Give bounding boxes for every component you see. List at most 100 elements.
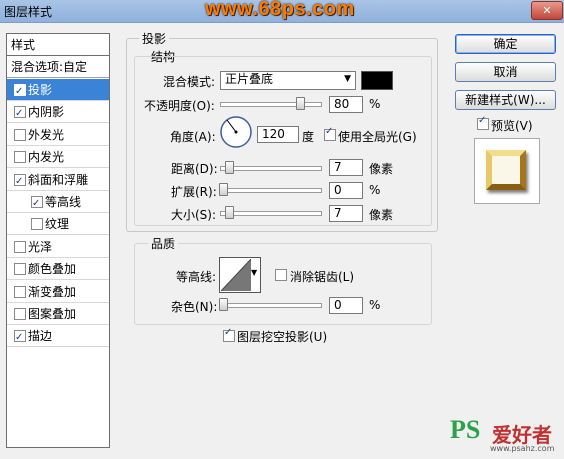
style-item-checkbox[interactable]: [14, 128, 26, 141]
footer-watermark: PS 爱好者 www.psahz.com: [450, 415, 562, 457]
size-slider-track[interactable]: [220, 211, 322, 216]
spread-field[interactable]: 0: [329, 182, 363, 199]
knockout-label: 图层挖空投影(U): [237, 330, 328, 344]
style-item-label: 投影: [28, 83, 53, 97]
size-label: 大小(S):: [171, 208, 217, 222]
distance-slider-track[interactable]: [220, 166, 322, 171]
noise-field[interactable]: 0: [329, 297, 363, 314]
style-item-checkbox[interactable]: [14, 263, 26, 276]
style-item-label: 渐变叠加: [28, 284, 77, 299]
styles-header: 样式: [7, 34, 109, 56]
opacity-field[interactable]: 80: [329, 96, 363, 113]
size-slider-thumb[interactable]: [225, 206, 234, 219]
style-item[interactable]: 内发光: [7, 146, 109, 169]
close-button[interactable]: ✕: [531, 1, 563, 20]
style-item-label: 颜色叠加: [28, 262, 77, 277]
blend-mode-value: 正片叠底: [225, 72, 274, 86]
preview-frame: [486, 150, 526, 190]
style-item-label: 光泽: [28, 239, 53, 254]
spread-slider-track[interactable]: [220, 188, 322, 193]
style-item-checkbox[interactable]: [31, 218, 43, 231]
style-item[interactable]: 纹理: [7, 213, 109, 236]
quality-title: 品质: [148, 235, 179, 252]
preview-label: 预览(V): [491, 119, 533, 133]
blend-mode-select[interactable]: 正片叠底 ▼: [220, 71, 356, 90]
close-icon: ✕: [542, 4, 552, 17]
global-light-checkbox[interactable]: [324, 126, 336, 141]
noise-unit: %: [369, 298, 381, 312]
style-item-checkbox[interactable]: [14, 103, 26, 125]
style-item-checkbox[interactable]: [14, 327, 26, 349]
chevron-down-icon: ▼: [251, 268, 258, 277]
watermark-url: www.psahz.com: [490, 444, 555, 453]
style-item-checkbox[interactable]: [14, 81, 26, 103]
spread-slider-thumb[interactable]: [219, 183, 228, 196]
style-item-label: 图案叠加: [28, 307, 77, 321]
style-item-checkbox[interactable]: [14, 240, 26, 253]
watermark-logo: PS: [450, 415, 481, 444]
opacity-label: 不透明度(O):: [144, 99, 215, 113]
style-item-label: 描边: [28, 329, 53, 344]
style-item[interactable]: 投影: [7, 79, 109, 103]
style-item-label: 斜面和浮雕: [28, 172, 89, 187]
noise-slider-track[interactable]: [220, 303, 322, 308]
style-preview: [474, 138, 540, 204]
chevron-down-icon: ▼: [344, 74, 351, 84]
distance-field[interactable]: 7: [329, 159, 363, 176]
distance-unit: 像素: [369, 162, 394, 176]
opacity-unit: %: [369, 97, 381, 111]
style-item[interactable]: 颜色叠加: [7, 258, 109, 281]
distance-slider-thumb[interactable]: [225, 161, 234, 174]
style-item[interactable]: 图案叠加: [7, 303, 109, 325]
contour-curve-icon: [221, 259, 251, 291]
preview-checkbox[interactable]: [477, 115, 489, 130]
style-item[interactable]: 光泽: [7, 236, 109, 258]
opacity-slider-thumb[interactable]: [296, 97, 305, 110]
spread-label: 扩展(R):: [171, 185, 217, 199]
ok-button[interactable]: 确定: [455, 34, 556, 54]
title-bar: 图层样式 www.68ps.com ✕: [0, 0, 564, 23]
style-item-checkbox[interactable]: [14, 171, 26, 193]
spread-unit: %: [369, 183, 381, 197]
distance-label: 距离(D):: [171, 162, 218, 176]
antialias-label: 消除锯齿(L): [290, 270, 355, 284]
style-item[interactable]: 渐变叠加: [7, 281, 109, 303]
window-title: 图层样式: [4, 5, 53, 19]
antialias-checkbox[interactable]: [275, 269, 287, 281]
opacity-slider-track[interactable]: [220, 102, 322, 107]
style-item[interactable]: 外发光: [7, 124, 109, 146]
style-item[interactable]: 描边: [7, 325, 109, 349]
size-unit: 像素: [369, 208, 394, 222]
angle-label: 角度(A):: [170, 130, 216, 144]
style-item-label: 内发光: [28, 150, 65, 165]
style-item-checkbox[interactable]: [14, 151, 26, 164]
noise-label: 杂色(N):: [171, 300, 218, 314]
cancel-button[interactable]: 取消: [455, 62, 556, 82]
style-item-label: 等高线: [45, 195, 82, 209]
style-item-checkbox[interactable]: [14, 308, 26, 320]
shadow-color-swatch[interactable]: [361, 71, 393, 90]
new-style-button[interactable]: 新建样式(W)...: [455, 90, 556, 110]
angle-unit: 度: [302, 130, 315, 144]
styles-panel: 样式 混合选项:自定 投影内阴影外发光内发光斜面和浮雕等高线纹理光泽颜色叠加渐变…: [6, 33, 110, 448]
style-item-checkbox[interactable]: [14, 285, 26, 298]
contour-picker[interactable]: ▼: [219, 257, 261, 293]
style-item[interactable]: 等高线: [7, 191, 109, 215]
style-item-checkbox[interactable]: [31, 193, 43, 215]
angle-field[interactable]: 120: [257, 126, 299, 143]
angle-dial[interactable]: [219, 115, 253, 149]
contour-label: 等高线:: [176, 270, 217, 284]
blend-options-item[interactable]: 混合选项:自定: [7, 57, 109, 78]
noise-slider-thumb[interactable]: [219, 298, 228, 311]
style-item[interactable]: 斜面和浮雕: [7, 169, 109, 193]
watermark-site: www.68ps.com: [205, 0, 355, 20]
knockout-checkbox[interactable]: [223, 327, 235, 342]
style-item-label: 外发光: [28, 127, 65, 142]
style-item-label: 内阴影: [28, 105, 65, 120]
style-item[interactable]: 内阴影: [7, 101, 109, 125]
global-light-label: 使用全局光(G): [338, 130, 417, 144]
size-field[interactable]: 7: [329, 205, 363, 222]
style-item-label: 纹理: [45, 217, 70, 232]
section-title: 投影: [139, 30, 170, 47]
blend-mode-label: 混合模式:: [163, 75, 216, 89]
